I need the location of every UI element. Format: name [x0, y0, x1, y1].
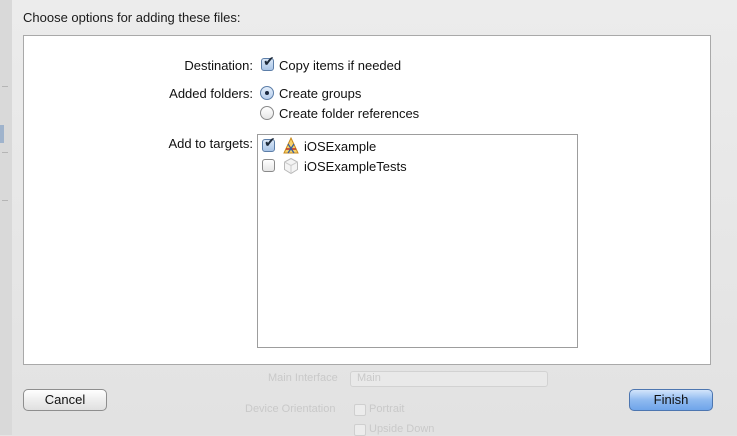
- target-checkbox-iosexample[interactable]: ✔: [262, 135, 276, 152]
- target-name-iosexampletests: iOSExampleTests: [304, 159, 407, 174]
- cancel-button[interactable]: Cancel: [23, 389, 107, 411]
- background-main-interface-value: Main: [357, 372, 381, 384]
- copy-items-label[interactable]: Copy items if needed: [279, 58, 401, 73]
- target-checkbox-iosexampletests[interactable]: [262, 159, 275, 172]
- create-groups-label[interactable]: Create groups: [279, 86, 361, 101]
- background-portrait-label: Portrait: [369, 403, 405, 415]
- targets-list[interactable]: ✔ iOSExample iOSExampleTests: [257, 134, 578, 348]
- sheet-title: Choose options for adding these files:: [23, 10, 241, 25]
- create-groups-radio[interactable]: [260, 86, 274, 100]
- background-divider: [2, 200, 8, 201]
- add-files-sheet: Choose options for adding these files: D…: [0, 0, 737, 436]
- checkmark-icon: ✔: [264, 135, 276, 151]
- add-to-targets-label: Add to targets:: [168, 136, 253, 151]
- background-main-interface-label: Main Interface: [268, 372, 338, 384]
- create-folder-references-radio[interactable]: [260, 106, 274, 120]
- target-name-iosexample: iOSExample: [304, 139, 377, 154]
- background-window-edge: [0, 0, 12, 435]
- target-row-iosexampletests[interactable]: iOSExampleTests: [258, 156, 577, 176]
- background-device-orientation-label: Device Orientation: [245, 403, 336, 415]
- background-upside-down-checkbox: [354, 424, 366, 436]
- background-divider: [2, 152, 8, 153]
- background-divider: [2, 86, 8, 87]
- background-sidebar-selection: [0, 125, 4, 143]
- background-portrait-checkbox: [354, 404, 366, 416]
- background-upside-down-label: Upside Down: [369, 423, 435, 435]
- app-target-icon: [283, 137, 299, 154]
- added-folders-label: Added folders:: [169, 86, 253, 101]
- background-main-interface-field: Main: [350, 371, 548, 387]
- create-folder-references-label[interactable]: Create folder references: [279, 106, 419, 121]
- finish-button[interactable]: Finish: [629, 389, 713, 411]
- checkmark-icon: ✔: [263, 54, 275, 70]
- copy-items-checkbox[interactable]: ✔: [261, 54, 275, 71]
- target-row-iosexample[interactable]: ✔ iOSExample: [258, 136, 577, 156]
- test-bundle-icon: [284, 157, 298, 175]
- radio-selected-dot: [265, 91, 269, 95]
- destination-label: Destination:: [184, 58, 253, 73]
